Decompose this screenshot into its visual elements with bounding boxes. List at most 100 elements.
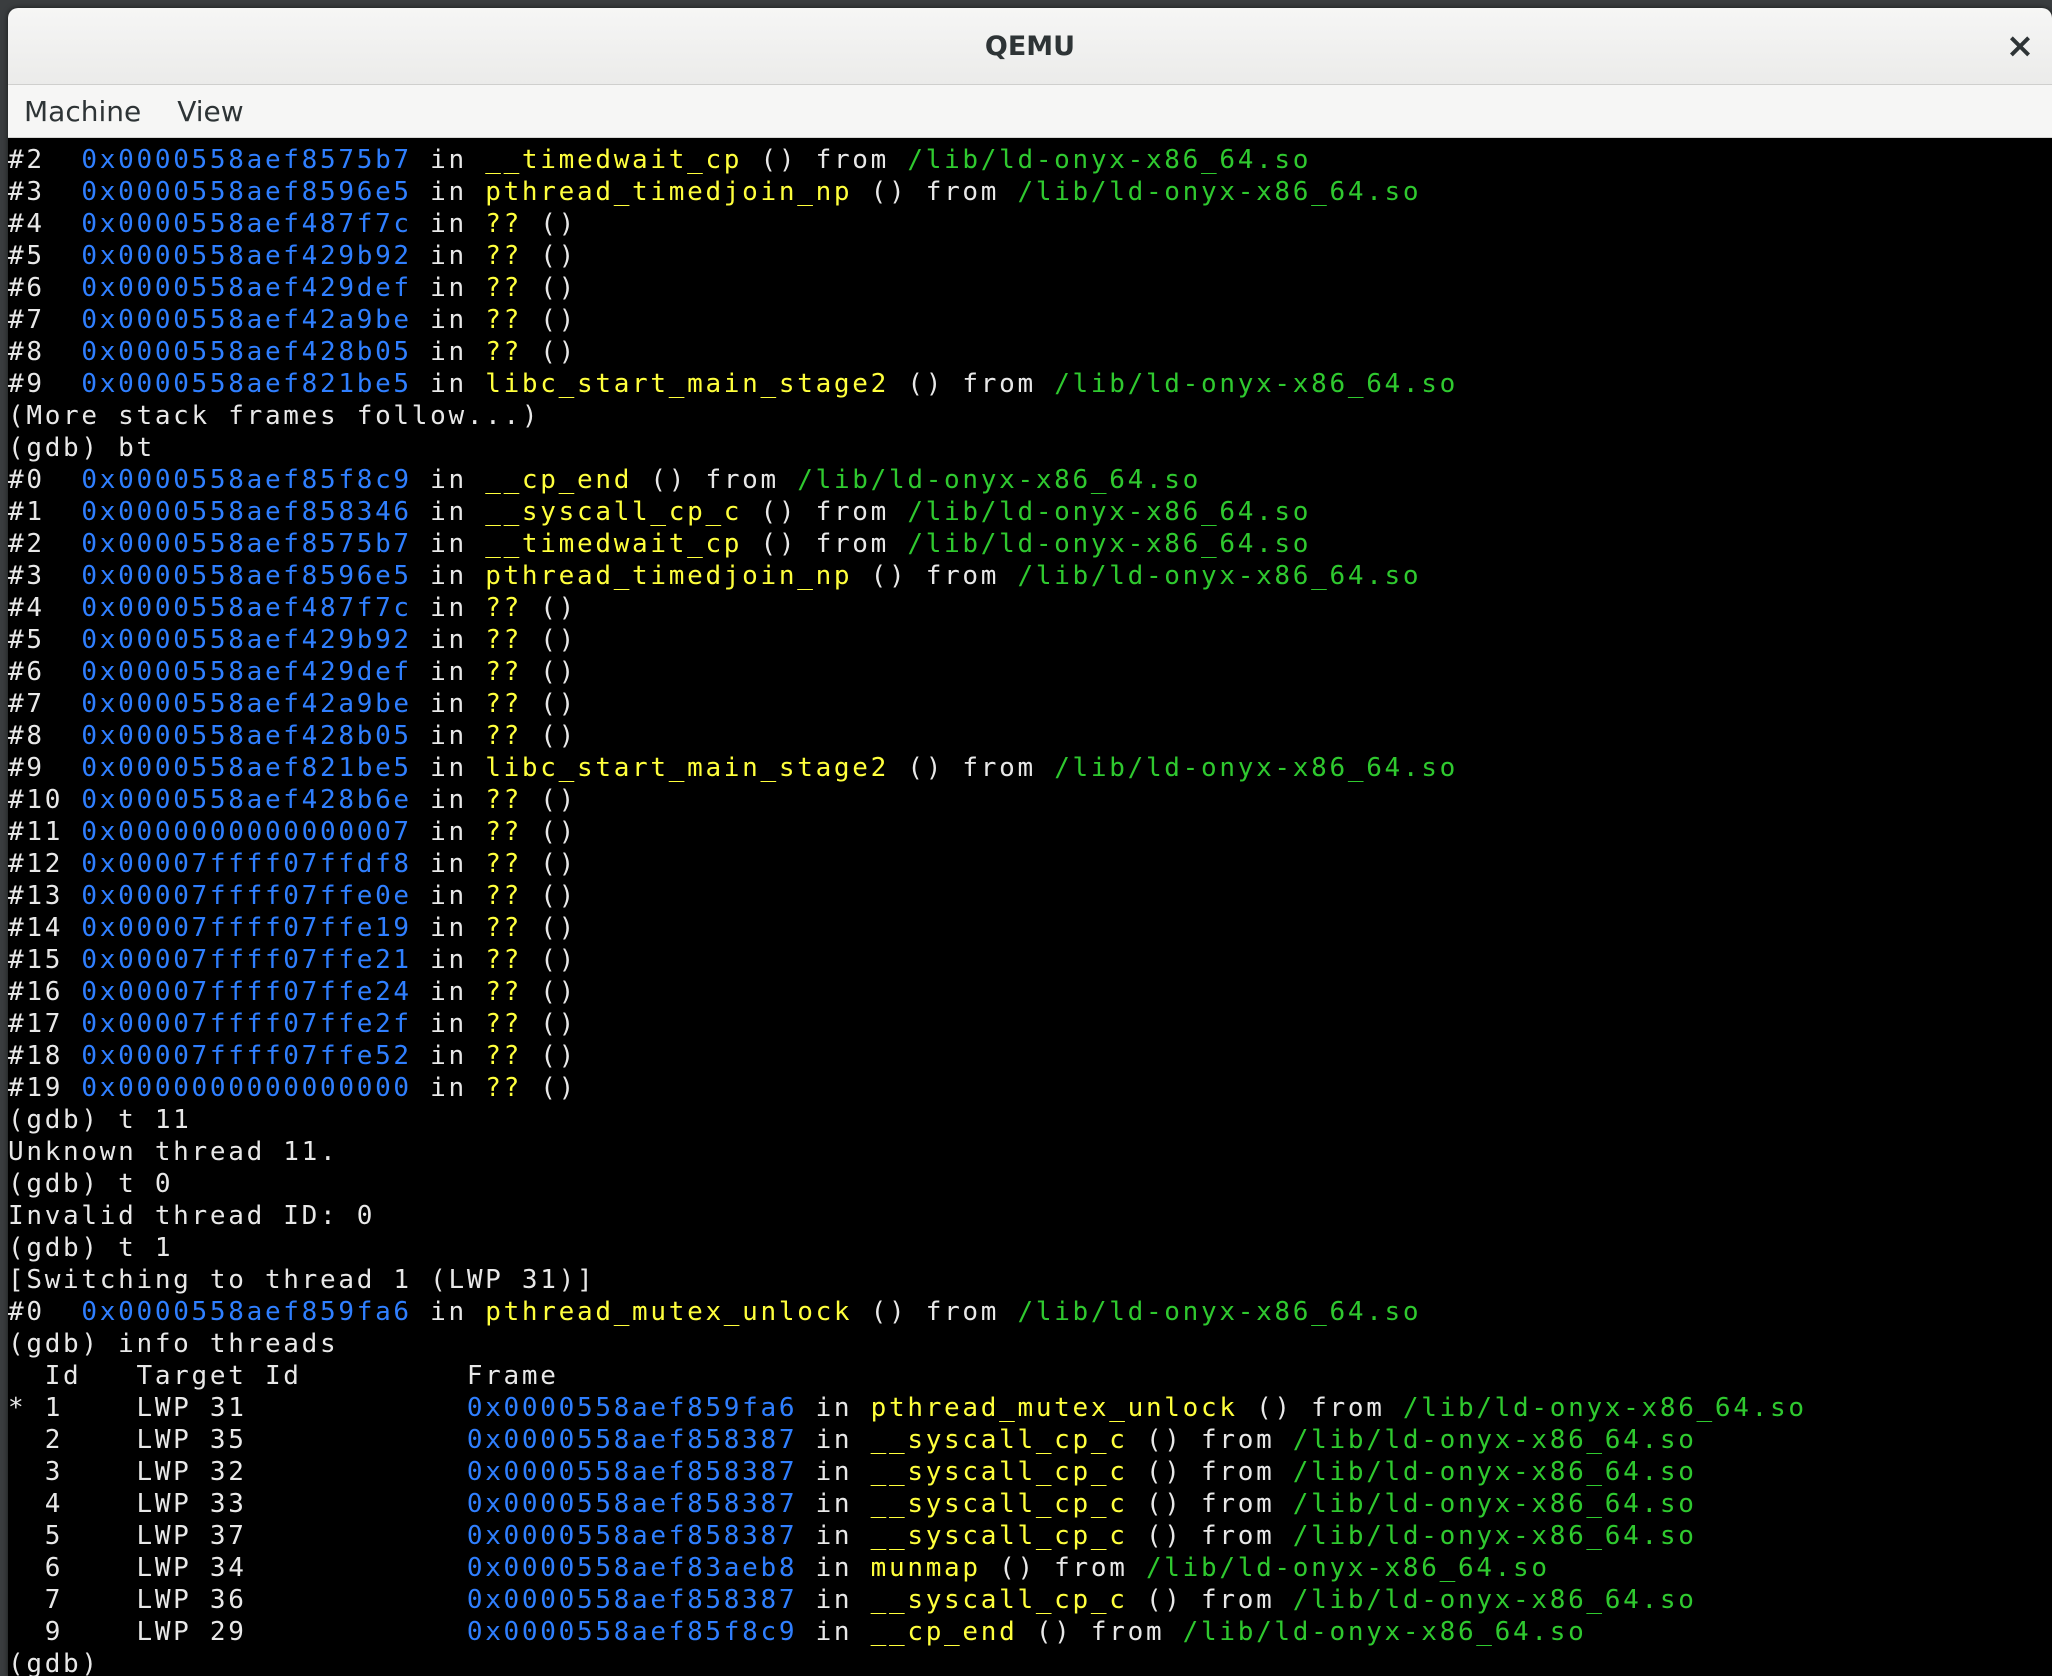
frame-address: 0x0000558aef8596e5 — [81, 177, 412, 207]
function-name: ?? — [485, 849, 522, 879]
frame-address: 0x0000558aef428b05 — [81, 337, 412, 367]
terminal-line: 9 LWP 29 0x0000558aef85f8c9 in __cp_end … — [8, 1616, 2052, 1648]
text-cursor: _ — [118, 1649, 137, 1676]
terminal-text: in — [797, 1553, 871, 1583]
terminal-text: () — [521, 913, 577, 943]
terminal-text: in — [797, 1521, 871, 1551]
terminal-line: #3 0x0000558aef8596e5 in pthread_timedjo… — [8, 176, 2052, 208]
terminal-line: Unknown thread 11. — [8, 1136, 2052, 1168]
function-name: ?? — [485, 689, 522, 719]
function-name: libc_start_main_stage2 — [485, 369, 889, 399]
terminal-text: in — [411, 305, 486, 335]
terminal-text: in — [411, 337, 486, 367]
frame-address: 0x0000558aef429def — [81, 273, 412, 303]
terminal-text: in — [797, 1617, 871, 1647]
library-path: /lib/ld-onyx-x86_64.so — [1017, 1297, 1422, 1327]
close-icon[interactable]: × — [1998, 24, 2042, 68]
terminal-line: Invalid thread ID: 0 — [8, 1200, 2052, 1232]
terminal-line: Id Target Id Frame — [8, 1360, 2052, 1392]
library-path: /lib/ld-onyx-x86_64.so — [1017, 561, 1422, 591]
frame-address: 0x0000000000000007 — [81, 817, 412, 847]
frame-address: 0x0000558aef487f7c — [81, 593, 412, 623]
terminal-line: (gdb) bt — [8, 432, 2052, 464]
terminal-text: () from — [980, 1553, 1146, 1583]
terminal-line: #10 0x0000558aef428b6e in ?? () — [8, 784, 2052, 816]
terminal-line: #3 0x0000558aef8596e5 in pthread_timedjo… — [8, 560, 2052, 592]
terminal-line: #7 0x0000558aef42a9be in ?? () — [8, 688, 2052, 720]
terminal-text: #14 — [8, 913, 82, 943]
terminal-line: (gdb) _ — [8, 1648, 2052, 1676]
library-path: /lib/ld-onyx-x86_64.so — [1292, 1425, 1697, 1455]
terminal-text: in — [411, 177, 486, 207]
terminal-text: () — [521, 657, 577, 687]
terminal-text: in — [411, 721, 486, 751]
terminal-console[interactable]: #2 0x0000558aef8575b7 in __timedwait_cp … — [8, 138, 2052, 1676]
terminal-text: () from — [1127, 1489, 1293, 1519]
frame-address: 0x0000558aef858387 — [466, 1489, 798, 1519]
frame-address: 0x0000558aef85f8c9 — [81, 465, 412, 495]
terminal-text: () from — [742, 145, 908, 175]
library-path: /lib/ld-onyx-x86_64.so — [907, 497, 1312, 527]
frame-address: 0x0000558aef429b92 — [81, 625, 412, 655]
terminal-line: #6 0x0000558aef429def in ?? () — [8, 656, 2052, 688]
frame-address: 0x0000558aef858387 — [466, 1585, 798, 1615]
terminal-text: () from — [1127, 1457, 1293, 1487]
terminal-text: #3 — [8, 177, 82, 207]
menu-view[interactable]: View — [177, 95, 243, 128]
function-name: munmap — [870, 1553, 981, 1583]
terminal-line: * 1 LWP 31 0x0000558aef859fa6 in pthread… — [8, 1392, 2052, 1424]
terminal-text: () from — [1237, 1393, 1403, 1423]
terminal-text: in — [411, 529, 486, 559]
terminal-text: #5 — [8, 241, 82, 271]
terminal-text: () from — [1017, 1617, 1183, 1647]
terminal-text: () — [521, 1041, 577, 1071]
frame-address: 0x00007ffff07ffe24 — [81, 977, 412, 1007]
terminal-text: #10 — [8, 785, 82, 815]
terminal-text: #16 — [8, 977, 82, 1007]
terminal-text: (gdb) t 0 — [8, 1169, 174, 1199]
terminal-text: (gdb) — [8, 1649, 119, 1676]
terminal-line: #0 0x0000558aef859fa6 in pthread_mutex_u… — [8, 1296, 2052, 1328]
frame-address: 0x0000558aef8575b7 — [81, 145, 412, 175]
frame-address: 0x0000558aef428b05 — [81, 721, 412, 751]
terminal-text: #11 — [8, 817, 82, 847]
terminal-text: () — [521, 945, 577, 975]
function-name: __syscall_cp_c — [870, 1457, 1128, 1487]
frame-address: 0x0000558aef821be5 — [81, 369, 412, 399]
menu-machine[interactable]: Machine — [24, 95, 141, 128]
function-name: __syscall_cp_c — [870, 1489, 1128, 1519]
frame-address: 0x00007ffff07ffe0e — [81, 881, 412, 911]
terminal-text: in — [411, 625, 486, 655]
function-name: pthread_timedjoin_np — [485, 177, 853, 207]
frame-address: 0x0000558aef83aeb8 — [466, 1553, 798, 1583]
frame-address: 0x0000558aef859fa6 — [81, 1297, 412, 1327]
frame-address: 0x00007ffff07ffe52 — [81, 1041, 412, 1071]
terminal-text: () from — [852, 177, 1018, 207]
function-name: ?? — [485, 625, 522, 655]
terminal-line: #8 0x0000558aef428b05 in ?? () — [8, 720, 2052, 752]
window-title: QEMU — [984, 30, 1076, 62]
terminal-text: #1 — [8, 497, 82, 527]
function-name: pthread_mutex_unlock — [870, 1393, 1238, 1423]
terminal-text: #15 — [8, 945, 82, 975]
terminal-line: 2 LWP 35 0x0000558aef858387 in __syscall… — [8, 1424, 2052, 1456]
terminal-text: () — [521, 305, 577, 335]
library-path: /lib/ld-onyx-x86_64.so — [1145, 1553, 1550, 1583]
terminal-text: () — [521, 721, 577, 751]
library-path: /lib/ld-onyx-x86_64.so — [1292, 1457, 1697, 1487]
library-path: /lib/ld-onyx-x86_64.so — [1292, 1521, 1697, 1551]
frame-address: 0x0000558aef428b6e — [81, 785, 412, 815]
terminal-text: () from — [1127, 1425, 1293, 1455]
terminal-text: in — [411, 945, 486, 975]
function-name: libc_start_main_stage2 — [485, 753, 889, 783]
terminal-line: (gdb) info threads — [8, 1328, 2052, 1360]
terminal-text: () — [521, 625, 577, 655]
frame-address: 0x0000558aef859fa6 — [466, 1393, 798, 1423]
frame-address: 0x00007ffff07ffe21 — [81, 945, 412, 975]
terminal-line: #12 0x00007ffff07ffdf8 in ?? () — [8, 848, 2052, 880]
terminal-line: (gdb) t 1 — [8, 1232, 2052, 1264]
title-bar[interactable]: QEMU × — [8, 8, 2052, 85]
terminal-text: in — [411, 497, 486, 527]
terminal-text: #4 — [8, 593, 82, 623]
terminal-text: () from — [852, 1297, 1018, 1327]
